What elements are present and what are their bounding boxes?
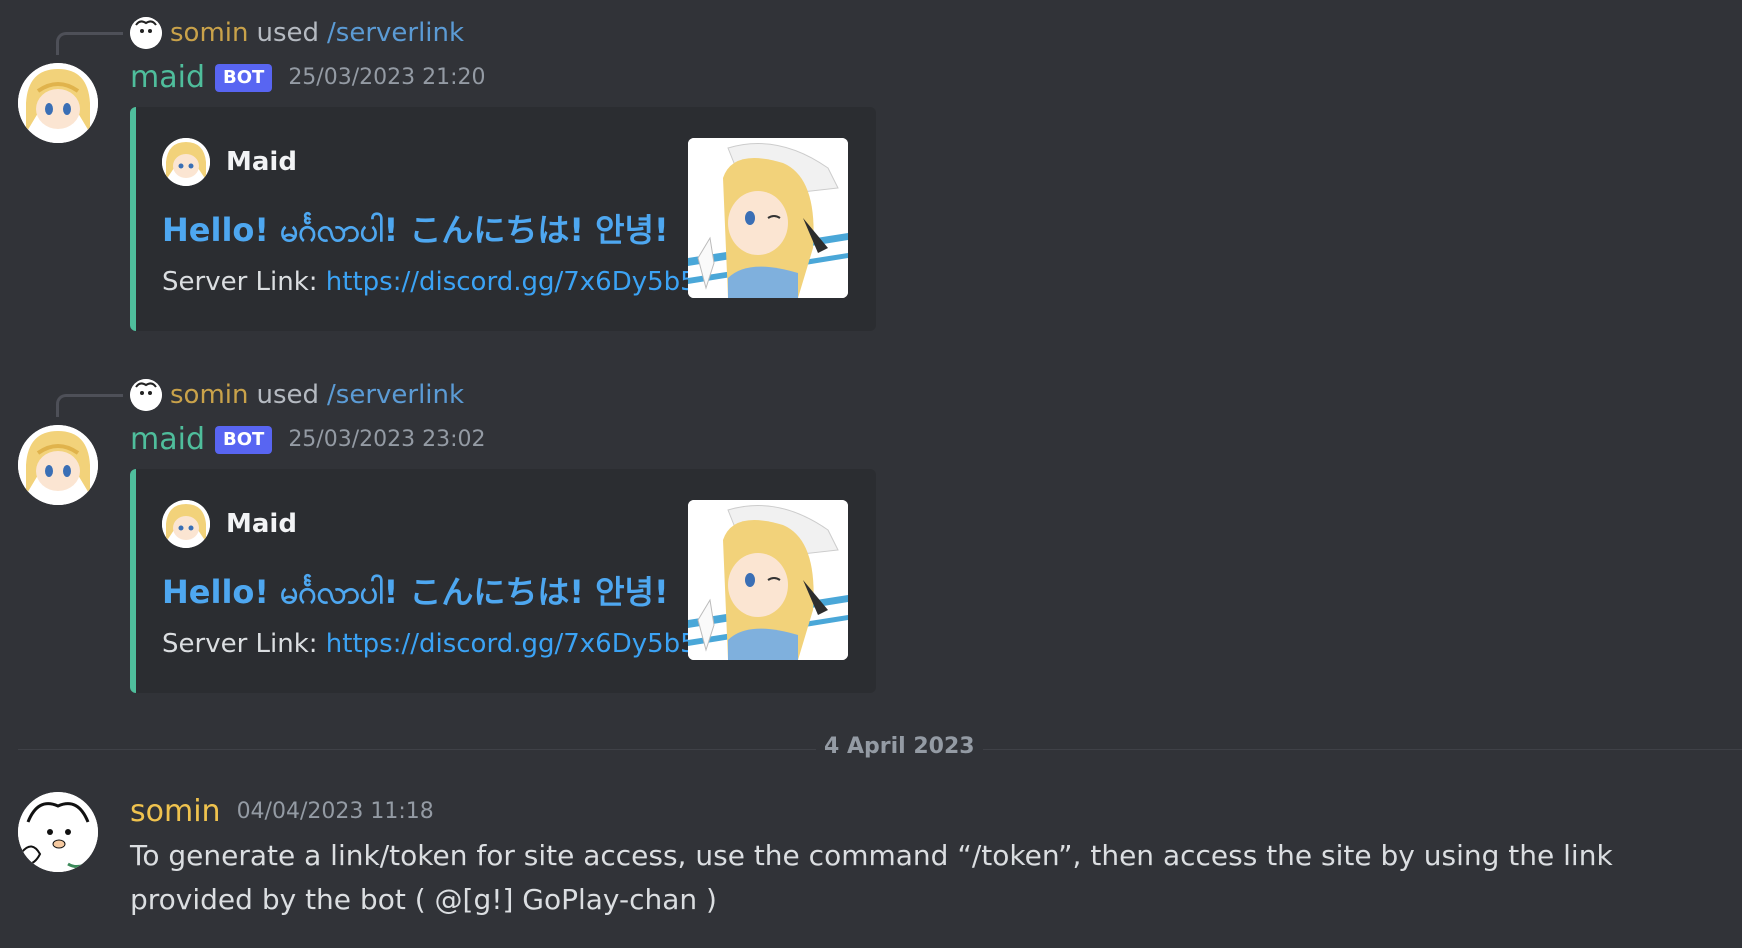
message-header: maid BOT 25/03/2023 23:02 (130, 422, 486, 457)
embed-title: Hello! မင်္ဂလာပါ! こんにちは! 안녕! (162, 573, 669, 611)
embed-title: Hello! မင်္ဂလာပါ! こんにちは! 안녕! (162, 211, 669, 249)
embed-desc-label: Server Link: (162, 267, 318, 297)
message-header: somin 04/04/2023 11:18 (130, 794, 434, 829)
maid-avatar-icon[interactable] (18, 425, 98, 505)
bot-badge: BOT (215, 63, 273, 92)
embed-card: Maid Hello! မင်္ဂလာပါ! こんにちは! 안녕! Server… (130, 107, 876, 331)
embed-description: Server Link: https://discord.gg/7x6Dy5b5 (162, 629, 697, 659)
timestamp[interactable]: 25/03/2023 23:02 (288, 427, 485, 452)
timestamp[interactable]: 04/04/2023 11:18 (237, 799, 434, 824)
chat-window: somin used /serverlink maid BOT 25/03/20… (0, 0, 1742, 948)
embed-author-avatar-icon (162, 500, 210, 548)
reply-line[interactable]: somin used /serverlink (130, 377, 464, 413)
somin-avatar-icon[interactable] (130, 379, 162, 411)
reply-line[interactable]: somin used /serverlink (130, 15, 464, 51)
server-link[interactable]: https://discord.gg/7x6Dy5b5 (326, 267, 697, 297)
reply-command[interactable]: /serverlink (327, 380, 464, 410)
embed-author-name: Maid (226, 147, 297, 177)
date-divider-label: 4 April 2023 (816, 734, 983, 759)
embed-author-avatar-icon (162, 138, 210, 186)
reply-command[interactable]: /serverlink (327, 18, 464, 48)
embed-author: Maid (162, 500, 297, 548)
embed-author-name: Maid (226, 509, 297, 539)
author-name[interactable]: somin (130, 794, 221, 829)
embed-card: Maid Hello! မင်္ဂလာပါ! こんにちは! 안녕! Server… (130, 469, 876, 693)
embed-thumbnail-image[interactable] (688, 138, 848, 298)
embed-author: Maid (162, 138, 297, 186)
reply-used-text: used (256, 18, 320, 48)
author-name[interactable]: maid (130, 60, 205, 95)
timestamp[interactable]: 25/03/2023 21:20 (288, 65, 485, 90)
somin-avatar-icon[interactable] (18, 792, 98, 872)
author-name[interactable]: maid (130, 422, 205, 457)
embed-thumbnail-image[interactable] (688, 500, 848, 660)
reply-username[interactable]: somin (170, 380, 248, 410)
embed-description: Server Link: https://discord.gg/7x6Dy5b5 (162, 267, 697, 297)
embed-desc-label: Server Link: (162, 629, 318, 659)
message-text: To generate a link/token for site access… (130, 839, 1613, 916)
maid-avatar-icon[interactable] (18, 63, 98, 143)
bot-badge: BOT (215, 425, 273, 454)
reply-username[interactable]: somin (170, 18, 248, 48)
message-header: maid BOT 25/03/2023 21:20 (130, 60, 486, 95)
somin-avatar-icon[interactable] (130, 17, 162, 49)
reply-connector (56, 394, 123, 417)
server-link[interactable]: https://discord.gg/7x6Dy5b5 (326, 629, 697, 659)
reply-connector (56, 32, 123, 55)
reply-used-text: used (256, 380, 320, 410)
